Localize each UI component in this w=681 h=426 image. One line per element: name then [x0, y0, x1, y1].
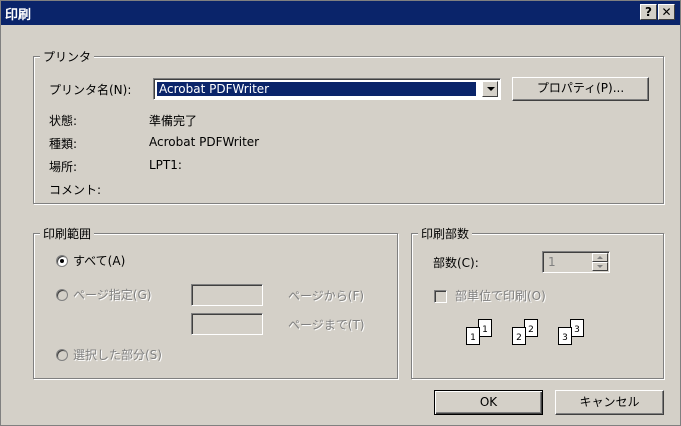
window-title: 印刷 — [5, 8, 32, 23]
print-dialog: 印刷 ? ✕ プリンタ プリンタ名(N): Acrobat PDFWriter … — [0, 0, 681, 426]
collate-page: 1 — [478, 319, 492, 337]
page-from-label: ページから(F) — [288, 289, 365, 303]
range-all-label[interactable]: すべて(A) — [73, 252, 125, 269]
collate-page: 2 — [524, 319, 538, 337]
type-label: 種類: — [49, 137, 78, 151]
page-from-input[interactable] — [191, 284, 263, 306]
comment-label: コメント: — [49, 183, 102, 197]
printer-name-value: Acrobat PDFWriter — [156, 81, 477, 97]
properties-button[interactable]: プロパティ(P)... — [512, 77, 649, 101]
collate-page: 1 — [466, 327, 480, 345]
range-pages-radio[interactable] — [56, 289, 68, 301]
collate-label[interactable]: 部単位で印刷(O) — [455, 287, 546, 304]
page-to-label: ページまで(T) — [288, 318, 365, 332]
help-button[interactable]: ? — [640, 4, 657, 20]
printer-group-label: プリンタ — [40, 48, 95, 65]
title-bar[interactable]: 印刷 ? ✕ — [1, 1, 680, 25]
printer-name-label: プリンタ名(N): — [49, 83, 132, 97]
page-to-input[interactable] — [191, 313, 263, 335]
copies-group-label: 印刷部数 — [418, 225, 473, 242]
ok-button[interactable]: OK — [434, 390, 543, 415]
range-selection-label[interactable]: 選択した部分(S) — [73, 346, 162, 363]
collate-page: 3 — [558, 327, 572, 345]
range-selection-radio[interactable] — [56, 349, 68, 361]
where-value: LPT1: — [149, 158, 182, 172]
copies-spinner[interactable]: 1 — [542, 251, 610, 273]
collate-page: 2 — [512, 327, 526, 345]
close-icon: ✕ — [661, 5, 672, 19]
radio-selected-dot — [60, 259, 64, 263]
spin-down-icon[interactable] — [592, 262, 608, 271]
status-value: 準備完了 — [149, 114, 198, 128]
printer-name-select[interactable]: Acrobat PDFWriter — [153, 78, 501, 100]
collate-checkbox[interactable] — [434, 290, 447, 303]
copies-count-label: 部数(C): — [433, 256, 479, 270]
type-value: Acrobat PDFWriter — [149, 135, 260, 149]
range-pages-label[interactable]: ページ指定(G) — [73, 286, 151, 303]
spin-up-icon[interactable] — [592, 253, 608, 262]
cancel-button[interactable]: キャンセル — [555, 390, 664, 415]
chevron-down-icon[interactable] — [482, 81, 498, 97]
copies-count-value[interactable]: 1 — [548, 255, 556, 269]
status-label: 状態: — [49, 114, 78, 128]
range-all-radio[interactable] — [56, 255, 68, 267]
where-label: 場所: — [49, 160, 78, 174]
collate-page: 3 — [570, 319, 584, 337]
collate-icon: 1 1 2 2 3 3 — [463, 319, 603, 351]
close-button[interactable]: ✕ — [658, 4, 675, 20]
print-range-group-label: 印刷範囲 — [40, 225, 95, 242]
